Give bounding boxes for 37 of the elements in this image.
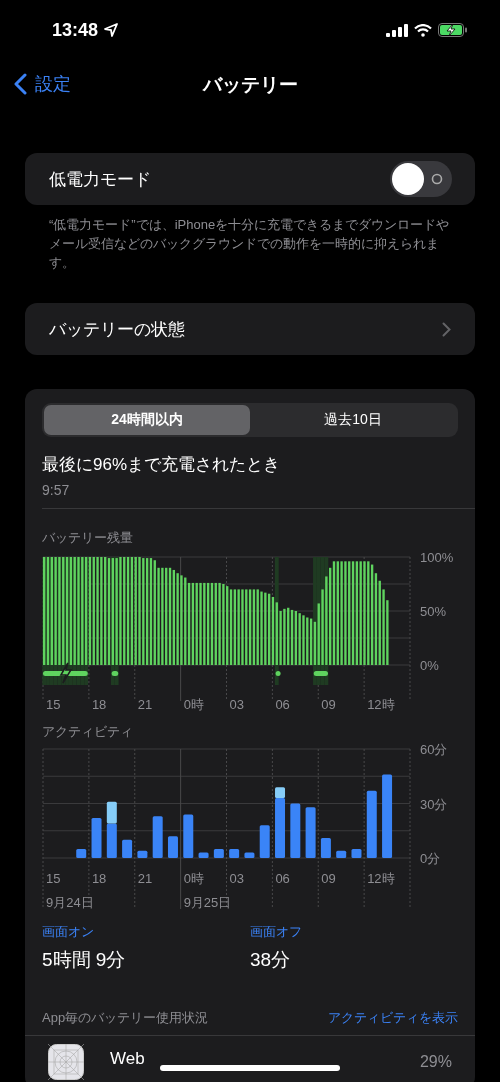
axis-label: 100% [420,550,454,565]
chart-title: アクティビティ [42,723,134,741]
axis-label: 09 [321,871,336,886]
last-charged-title: 最後に96%まで充電されたとき [42,454,282,476]
total-value: 38分 [250,948,292,972]
axis-label: 06 [275,871,290,886]
axis-label: 0時 [183,697,204,712]
date-label: 9月25日 [183,895,232,910]
axis-label: 21 [137,697,153,712]
axis-label: 0% [420,658,439,673]
section-header: App毎のバッテリー使用状況 [42,1009,209,1027]
total-value: 5時間 9分 [42,948,127,972]
total-label: 画面オン [42,923,95,941]
last-charged-time: 9:57 [42,482,71,498]
axis-label: 03 [229,871,244,886]
chart-title: バッテリー残量 [42,529,134,547]
axis-label: 60分 [420,742,448,757]
date-label: 9月24日 [46,895,94,910]
footnote-text: “低電力モード”では、iPhoneを十分に充電できるまでダウンロードやメール受信などのバックグラウンドでの動作を一時的に抑えられます。 [48,216,451,272]
axis-label: 0分 [420,851,441,866]
status-time: 13:48 [52,19,99,41]
axis-label: 50% [420,604,447,619]
axis-label: 09 [321,697,336,712]
axis-label: 18 [91,697,107,712]
setting-label: 低電力モード [49,168,151,191]
axis-label: 15 [46,871,61,886]
axis-label: 06 [275,697,290,712]
axis-label: 12時 [367,871,395,886]
page-title: バッテリー [202,73,298,97]
axis-label: 30分 [420,796,448,812]
axis-label: 0時 [183,871,204,886]
axis-label: 03 [229,697,244,712]
axis-label: 15 [46,697,61,712]
axis-label: 12時 [367,697,395,712]
axis-label: 18 [91,871,107,886]
total-label: 画面オフ [250,923,303,941]
axis-label: 21 [137,871,153,886]
